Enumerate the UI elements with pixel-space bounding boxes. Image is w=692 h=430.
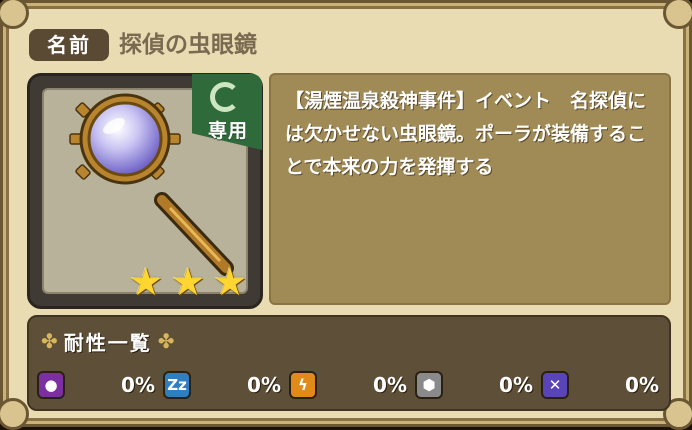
- resistance-item: ● 0%: [37, 371, 161, 399]
- resistance-header: ✤ 耐性一覧 ✤: [41, 325, 175, 357]
- item-name: 探偵の虫眼鏡: [119, 32, 257, 58]
- paralysis-icon: ϟ: [289, 371, 317, 399]
- star-icon: ★: [128, 260, 164, 304]
- equipment-card: 名前 探偵の虫眼鏡 専用 ★ ★ ★ 【湯煙温泉殺神事件】イベント 名探偵には欠…: [0, 0, 692, 430]
- curse-icon: ✕: [541, 371, 569, 399]
- poison-icon: ●: [37, 371, 65, 399]
- resistance-item: ϟ 0%: [289, 371, 413, 399]
- resistance-item: Zz 0%: [163, 371, 287, 399]
- exclusive-arrow-icon: [210, 82, 240, 112]
- star-icon: ★: [212, 260, 248, 304]
- resistance-value: 0%: [499, 373, 533, 397]
- resistance-list: ● 0% Zz 0% ϟ 0% ⬢ 0% ✕ 0%: [37, 367, 665, 403]
- corner-ornament: [0, 0, 29, 29]
- name-label: 名前: [29, 29, 109, 61]
- seal-icon: ⬢: [415, 371, 443, 399]
- resistance-panel: ✤ 耐性一覧 ✤ ● 0% Zz 0% ϟ 0% ⬢ 0% ✕ 0%: [27, 315, 671, 411]
- exclusive-label: 専用: [207, 120, 248, 142]
- resistance-title: 耐性一覧: [63, 330, 152, 355]
- star-icon: ★: [170, 260, 206, 304]
- rarity-stars: ★ ★ ★: [126, 262, 256, 302]
- resistance-value: 0%: [121, 373, 155, 397]
- item-icon-frame: 専用 ★ ★ ★: [27, 73, 263, 309]
- flourish-left-icon: ✤: [41, 329, 58, 353]
- resistance-value: 0%: [247, 373, 281, 397]
- corner-ornament: [663, 0, 692, 29]
- sleep-icon: Zz: [163, 371, 191, 399]
- resistance-item: ⬢ 0%: [415, 371, 539, 399]
- resistance-value: 0%: [625, 373, 659, 397]
- resistance-value: 0%: [373, 373, 407, 397]
- flourish-right-icon: ✤: [157, 329, 175, 353]
- resistance-item: ✕ 0%: [541, 371, 665, 399]
- item-description: 【湯煙温泉殺神事件】イベント 名探偵には欠かせない虫眼鏡。ポーラが装備することで…: [269, 73, 671, 305]
- corner-ornament: [0, 398, 29, 430]
